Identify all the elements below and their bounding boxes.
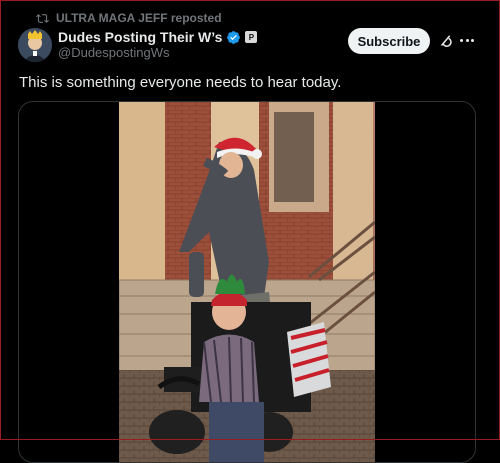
repost-label: ULTRA MAGA JEFF reposted bbox=[56, 11, 222, 25]
video-player[interactable] bbox=[119, 102, 375, 462]
verified-badge-icon bbox=[227, 30, 241, 44]
repost-indicator[interactable]: ULTRA MAGA JEFF reposted bbox=[36, 10, 222, 26]
avatar-image bbox=[18, 28, 52, 62]
subscribe-button[interactable]: Subscribe bbox=[348, 28, 430, 54]
more-dot bbox=[470, 38, 474, 42]
more-dot bbox=[465, 38, 469, 42]
media-container[interactable] bbox=[18, 101, 476, 463]
author-name-row[interactable]: Dudes Posting Their W’s P bbox=[58, 28, 258, 46]
author-handle[interactable]: @DudespostingWs bbox=[58, 45, 169, 60]
affiliate-badge-icon: P bbox=[245, 31, 258, 43]
repost-icon bbox=[36, 13, 49, 23]
author-display-name[interactable]: Dudes Posting Their W’s bbox=[58, 29, 222, 45]
more-dot bbox=[460, 38, 464, 42]
grok-icon[interactable] bbox=[437, 32, 455, 50]
video-frame bbox=[119, 102, 375, 462]
avatar[interactable] bbox=[18, 28, 52, 62]
more-icon[interactable] bbox=[458, 31, 476, 49]
tweet-text: This is something everyone needs to hear… bbox=[19, 74, 342, 91]
